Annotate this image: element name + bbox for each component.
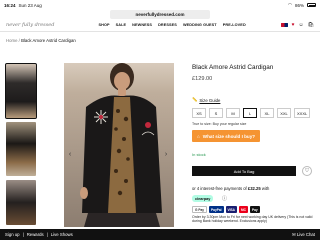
installments-text: or 4 interest-free payments of £32.25 wi… <box>192 186 269 191</box>
what-size-button[interactable]: ⌂ What size should I buy? <box>192 130 261 142</box>
size-option-m[interactable]: M <box>226 108 240 118</box>
size-guide-link[interactable]: 📏 Size Guide <box>192 97 220 103</box>
size-option-xl[interactable]: XL <box>260 108 274 118</box>
breadcrumb-current: Black Amore Astrid Cardigan <box>21 38 76 43</box>
add-to-bag-button[interactable]: Add To Bag <box>192 166 296 176</box>
header-divider <box>0 31 320 32</box>
site-logo[interactable]: never fully dressed <box>6 22 54 28</box>
wishlist-heart-icon[interactable]: ♡ <box>302 166 312 176</box>
live-chat-label: Live Chat <box>296 231 315 237</box>
menu-item-dresses[interactable]: DRESSES <box>158 23 177 27</box>
main-menu: SHOP SALE NEWNESS DRESSES WEDDING GUEST … <box>98 23 245 27</box>
info-icon[interactable]: ⓘ <box>222 195 227 202</box>
battery-icon <box>307 3 316 7</box>
bottom-separator: | <box>46 232 48 237</box>
installments-prefix: or 4 interest-free payments of <box>192 186 247 191</box>
breadcrumb-home[interactable]: Home <box>6 38 17 43</box>
battery-percent: 86% <box>294 2 304 8</box>
next-image-arrow-icon[interactable]: › <box>162 150 170 158</box>
paypal-icon: PayPal <box>209 206 224 213</box>
site-header: never fully dressed SHOP SALE NEWNESS DR… <box>0 20 320 30</box>
address-text: neverfullydressed.com <box>135 12 185 17</box>
product-title: Black Amore Astrid Cardigan <box>192 64 274 71</box>
fit-note: True to size: Buy your regular size <box>192 122 247 126</box>
delivery-note: Order by 3.30pm Mon to Fri for next work… <box>192 215 313 224</box>
menu-item-sale[interactable]: SALE <box>116 23 127 27</box>
heart-icon[interactable]: ♥ <box>292 22 295 28</box>
status-bar: 16:24 Sun 23 Aug ◠ 86% <box>0 0 320 10</box>
payment-methods: G Pay PayPal VISA MC Pay <box>192 206 260 213</box>
breadcrumb-separator: / <box>18 38 20 43</box>
address-bar[interactable]: neverfullydressed.com <box>110 10 210 19</box>
live-shows-link[interactable]: Live Shows <box>51 232 73 237</box>
size-guide-label: Size Guide <box>199 97 221 103</box>
live-chat-button[interactable]: ✉ Live Chat <box>292 232 315 238</box>
uk-flag-icon[interactable] <box>280 22 288 28</box>
installment-amount: £32.25 <box>247 186 261 191</box>
stock-status: In stock <box>192 152 206 157</box>
installments-suffix: with <box>261 186 270 191</box>
menu-item-shop[interactable]: SHOP <box>98 23 109 27</box>
product-main-image <box>64 63 174 227</box>
thumbnail-1[interactable] <box>5 63 37 119</box>
size-option-xxl[interactable]: XXL <box>277 108 291 118</box>
product-price: £129.00 <box>192 76 213 82</box>
chat-icon: ✉ <box>292 231 296 237</box>
status-time: 16:24 <box>4 2 16 8</box>
bottom-separator: | <box>22 232 24 237</box>
size-option-xxxl[interactable]: XXXL <box>294 108 311 118</box>
mastercard-icon: MC <box>238 206 248 213</box>
thumbnail-3[interactable] <box>6 180 36 225</box>
menu-item-wedding-guest[interactable]: WEDDING GUEST <box>183 23 217 27</box>
what-size-label: What size should I buy? <box>202 133 256 139</box>
size-option-xs[interactable]: XS <box>192 108 206 118</box>
rewards-link[interactable]: Rewards <box>27 232 44 237</box>
sign-up-link[interactable]: Sign up <box>5 232 20 237</box>
size-option-s[interactable]: S <box>209 108 223 118</box>
prev-image-arrow-icon[interactable]: ‹ <box>66 150 74 158</box>
wifi-icon: ◠ <box>288 2 292 7</box>
product-photo-illustration <box>80 63 162 227</box>
thumbnail-2[interactable] <box>6 122 36 176</box>
user-icon[interactable]: ☺ <box>299 22 304 28</box>
status-date: Sun 23 Aug <box>18 2 42 8</box>
clearpay-badge[interactable]: clearpay <box>192 195 214 202</box>
hanger-icon: ⌂ <box>197 133 200 139</box>
menu-item-newness[interactable]: NEWNESS <box>132 23 152 27</box>
ruler-icon: 📏 <box>192 97 198 102</box>
bag-icon[interactable]: 🛍 <box>308 22 314 28</box>
size-option-l[interactable]: L <box>243 108 257 118</box>
size-selector: XS S M L XL XXL XXXL <box>192 108 311 118</box>
apple-pay-icon: Pay <box>249 206 260 213</box>
google-pay-icon: G Pay <box>192 206 208 213</box>
bottom-bar: Sign up | Rewards | Live Shows ✉ Live Ch… <box>0 229 320 240</box>
menu-item-pre-loved[interactable]: PRE-LOVED <box>223 23 246 27</box>
visa-icon: VISA <box>225 206 237 213</box>
breadcrumb: Home / Black Amore Astrid Cardigan <box>6 38 76 43</box>
